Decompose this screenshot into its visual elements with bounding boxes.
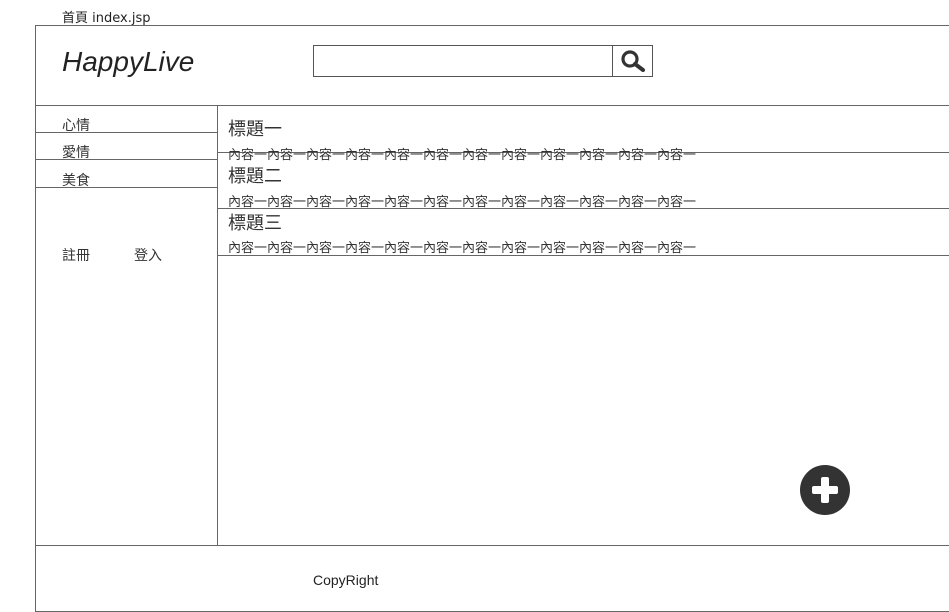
add-post-button[interactable]	[800, 465, 850, 515]
sidebar: 心情 愛情 美食 註冊 登入	[35, 105, 218, 546]
sidebar-item-mood[interactable]: 心情	[36, 106, 217, 134]
register-link[interactable]: 註冊	[62, 245, 90, 265]
sidebar-item-food[interactable]: 美食	[36, 161, 217, 189]
login-link[interactable]: 登入	[134, 245, 162, 265]
logo[interactable]: HappyLive	[62, 46, 194, 78]
post-title: 標題三	[228, 213, 282, 234]
post-body: 內容一內容一內容一內容一內容一內容一內容一內容一內容一內容一內容一內容一	[228, 195, 697, 210]
sidebar-item-label: 美食	[62, 173, 90, 189]
search-button[interactable]	[612, 45, 653, 77]
header: HappyLive	[35, 25, 949, 106]
copyright-text: CopyRight	[313, 572, 379, 588]
post-title: 標題二	[228, 166, 282, 187]
post-body: 內容一內容一內容一內容一內容一內容一內容一內容一內容一內容一內容一內容一	[228, 241, 697, 256]
sidebar-item-label: 愛情	[62, 145, 90, 161]
search-input[interactable]	[313, 45, 613, 77]
post-body: 內容一內容一內容一內容一內容一內容一內容一內容一內容一內容一內容一內容一	[228, 148, 697, 163]
footer: CopyRight	[35, 545, 949, 612]
post-title: 標題一	[228, 119, 282, 140]
page-label: 首頁 index.jsp	[62, 11, 151, 26]
search-icon	[620, 50, 645, 72]
post-list: 標題一 內容一內容一內容一內容一內容一內容一內容一內容一內容一內容一內容一內容一…	[217, 105, 949, 546]
sidebar-item-label: 心情	[62, 118, 90, 134]
sidebar-item-love[interactable]: 愛情	[36, 133, 217, 161]
